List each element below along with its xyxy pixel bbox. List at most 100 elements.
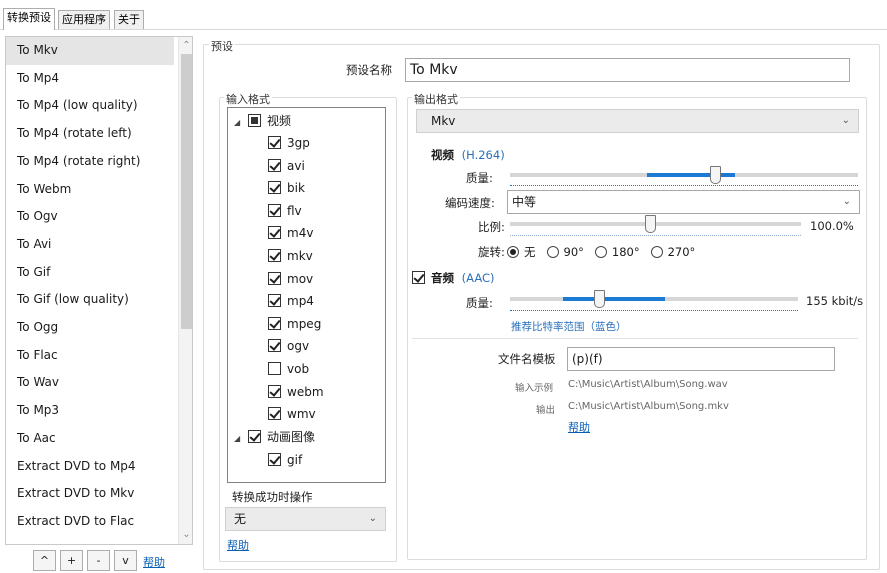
tree-node-format[interactable]: flv (268, 200, 302, 222)
tree-node-video[interactable]: ◢ 视频 (234, 110, 291, 132)
tree-node-format[interactable]: bik (268, 177, 305, 199)
video-quality-ticks (510, 185, 858, 189)
input-help-link[interactable]: 帮助 (227, 537, 249, 553)
preset-list-item[interactable]: To Avi (6, 231, 174, 259)
preset-list-scrollbar[interactable]: ⌃ ⌄ (178, 37, 192, 544)
preset-name-label: 预设名称 (346, 63, 392, 77)
tree-node-format[interactable]: mov (268, 268, 313, 290)
format-checkbox[interactable] (268, 316, 281, 330)
preset-list-item[interactable]: To Mp4 (rotate left) (6, 120, 174, 148)
preset-list-item[interactable]: Extract DVD to Flac (6, 508, 174, 536)
scale-ticks (510, 235, 801, 239)
rotate-option[interactable]: 无 (507, 245, 536, 259)
format-checkbox[interactable] (268, 181, 281, 195)
radio-icon[interactable] (594, 246, 607, 258)
output-help-link[interactable]: 帮助 (568, 419, 590, 435)
tree-node-format[interactable]: gif (268, 449, 302, 471)
output-format-select[interactable]: Mkv ⌄ (416, 109, 859, 133)
format-checkbox[interactable] (268, 136, 281, 149)
tree-node-format[interactable]: mp4 (268, 290, 314, 312)
remove-preset-button[interactable]: - (87, 550, 110, 571)
tree-node-format[interactable]: vob (268, 358, 309, 380)
preset-list-item[interactable]: Extract DVD to Mkv (6, 480, 174, 508)
preset-list-item[interactable]: Extract DVD to Mp4 (6, 453, 174, 481)
preset-list-item[interactable]: To Mkv (6, 37, 174, 65)
preset-list-item[interactable]: To Mp4 (6, 65, 174, 93)
format-checkbox[interactable] (268, 362, 281, 375)
preset-list-item[interactable]: To Mp4 (rotate right) (6, 148, 174, 176)
filename-template-input[interactable]: (p)(f) (567, 347, 835, 371)
tree-node-format[interactable]: avi (268, 155, 305, 177)
audio-section-header[interactable]: 音频 (AAC) (412, 270, 495, 286)
tree-node-format[interactable]: ogv (268, 335, 309, 357)
audio-checkbox[interactable] (412, 271, 425, 284)
rotate-radio-group[interactable]: 无 90° 180° 270° (507, 244, 706, 260)
rotate-option-label: 90° (563, 245, 584, 259)
scrollbar-thumb[interactable] (181, 54, 192, 329)
anim-category-checkbox[interactable] (248, 430, 261, 443)
format-checkbox[interactable] (268, 294, 281, 308)
add-preset-button[interactable]: + (60, 550, 83, 571)
format-checkbox[interactable] (268, 226, 281, 240)
format-label: wmv (287, 407, 316, 422)
move-up-button[interactable]: ^ (33, 550, 56, 571)
format-checkbox[interactable] (268, 249, 281, 262)
rotate-option[interactable]: 180° (594, 245, 640, 259)
encoding-speed-label: 编码速度: (445, 196, 495, 210)
format-checkbox[interactable] (268, 453, 281, 466)
tree-node-format[interactable]: 3gp (268, 132, 310, 154)
input-format-tree[interactable]: ◢ 视频 3gp avi bik flv m4v mkv mov mp4 mpeg ogv vob we… (227, 107, 386, 483)
tab-conversion-presets[interactable]: 转换预设 (3, 8, 55, 30)
format-label: mp4 (287, 294, 314, 309)
video-category-checkbox[interactable] (248, 114, 261, 127)
audio-quality-ticks (510, 310, 798, 314)
tab-about[interactable]: 关于 (114, 10, 144, 29)
format-checkbox[interactable] (268, 271, 281, 285)
radio-icon[interactable] (546, 246, 559, 258)
list-help-link[interactable]: 帮助 (143, 554, 165, 570)
preset-list-item[interactable]: To Webm (6, 176, 174, 204)
audio-quality-slider-thumb[interactable] (594, 290, 606, 308)
rotate-option[interactable]: 90° (546, 245, 584, 259)
tree-node-format[interactable]: mkv (268, 245, 313, 267)
tree-node-format[interactable]: wmv (268, 403, 316, 425)
preset-list-item[interactable]: To Ogv (6, 203, 174, 231)
format-label: mkv (287, 249, 313, 263)
video-quality-slider-thumb[interactable] (710, 166, 722, 184)
format-checkbox[interactable] (268, 339, 281, 353)
collapse-icon[interactable]: ◢ (234, 112, 244, 134)
preset-list-item[interactable]: To Flac (6, 342, 174, 370)
rotate-option-label: 270° (667, 245, 696, 259)
scroll-down-icon[interactable]: ⌄ (179, 527, 192, 542)
preset-list-item[interactable]: To Ogg (6, 314, 174, 342)
preset-list-item[interactable]: To Gif (6, 259, 174, 287)
preset-list-item[interactable]: To Mp3 (6, 397, 174, 425)
tree-node-format[interactable]: m4v (268, 222, 313, 244)
preset-list-item[interactable]: To Wav (6, 369, 174, 397)
tree-node-format[interactable]: mpeg (268, 313, 321, 335)
format-checkbox[interactable] (268, 407, 281, 421)
format-checkbox[interactable] (268, 158, 281, 172)
tree-node-format[interactable]: webm (268, 381, 324, 403)
preset-name-input[interactable]: To Mkv (405, 58, 850, 82)
scroll-up-icon[interactable]: ⌃ (179, 38, 192, 53)
input-example-label: 输入示例 (515, 383, 554, 394)
format-checkbox[interactable] (268, 384, 281, 398)
rotate-option[interactable]: 270° (650, 245, 696, 259)
format-checkbox[interactable] (268, 203, 281, 217)
format-label: bik (287, 181, 305, 196)
encoding-speed-select[interactable]: 中等 ⌄ (507, 190, 860, 214)
preset-list-item[interactable]: To Gif (low quality) (6, 286, 174, 314)
scale-slider-thumb[interactable] (644, 215, 656, 233)
radio-icon[interactable] (650, 246, 663, 258)
preset-list[interactable]: To Mkv To Mp4 To Mp4 (low quality) To Mp4 (… (5, 36, 193, 545)
radio-icon[interactable] (507, 246, 519, 258)
preset-list-item[interactable]: To Mp4 (low quality) (6, 92, 174, 120)
on-success-select[interactable]: 无 ⌄ (225, 507, 386, 531)
tree-node-animated[interactable]: ◢ 动画图像 (234, 426, 315, 448)
rotate-option-label: 180° (611, 245, 640, 259)
collapse-icon[interactable]: ◢ (234, 428, 244, 450)
preset-list-item[interactable]: To Aac (6, 425, 174, 453)
move-down-button[interactable]: v (114, 550, 137, 571)
tab-applications[interactable]: 应用程序 (58, 10, 110, 29)
